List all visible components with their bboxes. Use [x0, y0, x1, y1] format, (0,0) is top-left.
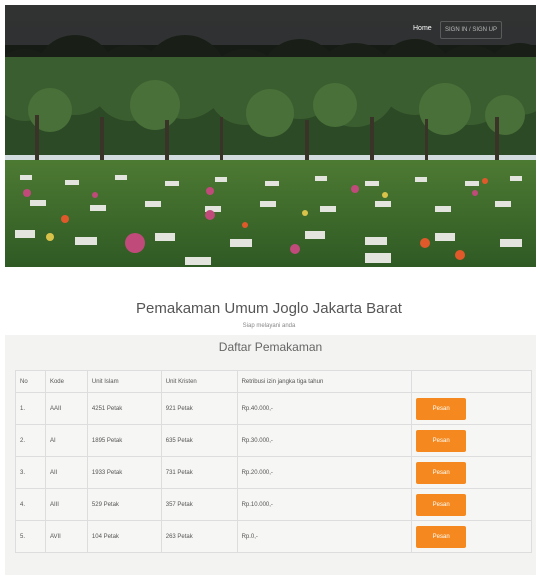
- cell-unit-islam: 104 Petak: [86, 520, 162, 553]
- cell-unit-kristen: 357 Petak: [160, 488, 238, 521]
- cell-unit-kristen: 635 Petak: [160, 424, 238, 457]
- pesan-button[interactable]: Pesan: [416, 461, 467, 484]
- column-header-retribusi: Retribusi izin jangka tiga tahun: [236, 370, 413, 393]
- pesan-button[interactable]: Pesan: [416, 397, 467, 420]
- cell-retribusi: Rp.10.000,-: [236, 488, 413, 521]
- cell-retribusi: Rp.20.000,-: [236, 456, 413, 489]
- column-header-kode: Kode: [44, 370, 88, 393]
- table-row: 2. AI 1895 Petak 635 Petak Rp.30.000,- P…: [15, 424, 532, 457]
- cell-action: Pesan: [411, 520, 532, 553]
- cell-action: Pesan: [411, 488, 532, 521]
- table-row: 5. AVII 104 Petak 263 Petak Rp.0,- Pesan: [15, 520, 532, 553]
- cell-unit-islam: 4251 Petak: [86, 392, 162, 425]
- cell-kode: AI: [44, 424, 88, 457]
- pesan-button[interactable]: Pesan: [416, 429, 467, 452]
- cell-unit-islam: 529 Petak: [86, 488, 162, 521]
- column-header-unit-islam: Unit Islam: [86, 370, 162, 393]
- cell-no: 4.: [15, 488, 46, 521]
- column-header-no: No: [15, 370, 46, 393]
- pesan-button[interactable]: Pesan: [416, 525, 467, 548]
- cell-retribusi: Rp.40.000,-: [236, 392, 413, 425]
- cell-no: 1.: [15, 392, 46, 425]
- cell-retribusi: Rp.0,-: [236, 520, 413, 553]
- cell-kode: AIII: [44, 488, 88, 521]
- cell-unit-islam: 1933 Petak: [86, 456, 162, 489]
- cell-action: Pesan: [411, 392, 532, 425]
- panel-title: Daftar Pemakaman: [218, 340, 323, 354]
- cemetery-table: No Kode Unit Islam Unit Kristen Retribus…: [15, 370, 532, 553]
- nav-home-link[interactable]: Home: [413, 25, 432, 32]
- pesan-button[interactable]: Pesan: [416, 493, 467, 516]
- navbar: Home SIGN IN / SIGN UP: [5, 5, 536, 57]
- column-header-unit-kristen: Unit Kristen: [160, 370, 238, 393]
- cell-kode: AII: [44, 456, 88, 489]
- cell-unit-islam: 1895 Petak: [86, 424, 162, 457]
- column-header-action: [411, 370, 532, 393]
- cell-action: Pesan: [411, 424, 532, 457]
- cell-no: 2.: [15, 424, 46, 457]
- cell-unit-kristen: 731 Petak: [160, 456, 238, 489]
- cell-unit-kristen: 263 Petak: [160, 520, 238, 553]
- table-row: 3. AII 1933 Petak 731 Petak Rp.20.000,- …: [15, 456, 532, 489]
- page: Home SIGN IN / SIGN UP Pemakaman Umum Jo…: [0, 0, 538, 580]
- hero-banner: Home SIGN IN / SIGN UP: [5, 5, 536, 267]
- cell-unit-kristen: 921 Petak: [160, 392, 238, 425]
- page-title: Pemakaman Umum Joglo Jakarta Barat: [136, 300, 402, 317]
- page-subtitle: Siap melayani anda: [242, 323, 296, 329]
- cell-no: 3.: [15, 456, 46, 489]
- table-header-row: No Kode Unit Islam Unit Kristen Retribus…: [15, 370, 532, 393]
- signin-signup-button[interactable]: SIGN IN / SIGN UP: [440, 21, 502, 39]
- table-row: 4. AIII 529 Petak 357 Petak Rp.10.000,- …: [15, 488, 532, 521]
- cell-kode: AAII: [44, 392, 88, 425]
- cell-kode: AVII: [44, 520, 88, 553]
- cell-retribusi: Rp.30.000,-: [236, 424, 413, 457]
- cell-no: 5.: [15, 520, 46, 553]
- cemetery-list-panel: Daftar Pemakaman No Kode Unit Islam Unit…: [5, 335, 536, 575]
- cell-action: Pesan: [411, 456, 532, 489]
- table-row: 1. AAII 4251 Petak 921 Petak Rp.40.000,-…: [15, 392, 532, 425]
